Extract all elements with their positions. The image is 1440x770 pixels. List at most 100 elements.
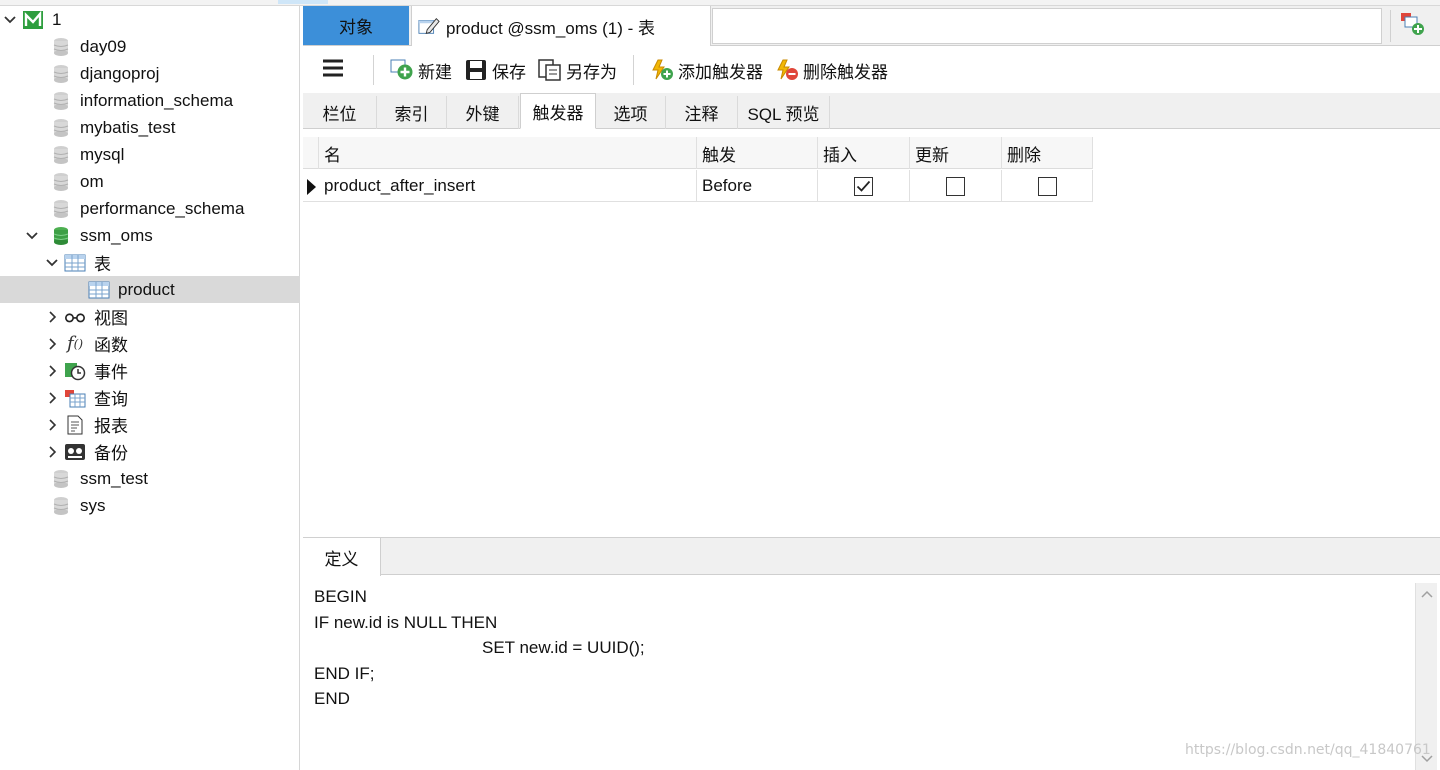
subtab-foreign-keys[interactable]: 外键	[447, 96, 519, 129]
cell-delete	[1002, 170, 1093, 202]
chevron-right-icon[interactable]	[44, 336, 60, 352]
table-row[interactable]: product_after_insert Before	[303, 170, 1093, 202]
chevron-down-icon[interactable]	[2, 12, 18, 28]
database-icon	[50, 64, 72, 84]
table-group-icon	[64, 253, 86, 273]
db-label: sys	[80, 495, 106, 515]
db-label: djangoproj	[80, 63, 160, 83]
delete-checkbox[interactable]	[1037, 176, 1057, 196]
row-header-corner	[303, 137, 319, 169]
subtab-sql-preview[interactable]: SQL 预览	[738, 96, 830, 129]
tree-connection[interactable]: 1	[0, 6, 300, 33]
save-as-button[interactable]: 另存为	[532, 50, 623, 90]
tree-db-information-schema[interactable]: information_schema	[0, 87, 300, 114]
reports-label: 报表	[94, 417, 128, 436]
header-update[interactable]: 更新	[910, 137, 1002, 169]
table-design-icon	[418, 16, 440, 36]
insert-checkbox[interactable]	[854, 176, 873, 196]
chevron-right-icon[interactable]	[44, 444, 60, 460]
chevron-right-icon[interactable]	[44, 363, 60, 379]
header-fire[interactable]: 触发	[697, 137, 818, 169]
tree-db-day09[interactable]: day09	[0, 33, 300, 60]
db-label: day09	[80, 36, 127, 56]
tree-group-tables[interactable]: 表	[0, 249, 300, 276]
subtab-options[interactable]: 选项	[596, 96, 666, 129]
save-icon	[464, 60, 488, 80]
db-label: om	[80, 171, 104, 191]
database-icon	[50, 496, 72, 516]
tree-db-ssm-test[interactable]: ssm_test	[0, 465, 300, 492]
database-icon	[50, 91, 72, 111]
tab-definition[interactable]: 定义	[303, 538, 381, 576]
update-checkbox[interactable]	[946, 176, 965, 196]
backups-label: 备份	[94, 444, 128, 463]
database-open-icon	[50, 226, 72, 246]
views-label: 视图	[94, 309, 128, 328]
delete-trigger-button[interactable]: 删除触发器	[769, 50, 894, 90]
database-icon	[50, 469, 72, 489]
query-icon	[64, 388, 86, 408]
new-button[interactable]: 新建	[384, 50, 458, 90]
new-tab-button[interactable]	[1390, 10, 1434, 42]
save-button[interactable]: 保存	[458, 50, 532, 90]
delete-trigger-icon	[775, 59, 799, 80]
chevron-right-icon[interactable]	[44, 390, 60, 406]
tree-group-backups[interactable]: 备份	[0, 438, 300, 465]
add-trigger-button[interactable]: 添加触发器	[644, 50, 769, 90]
new-icon	[390, 59, 414, 80]
tab-product-table[interactable]: product @ssm_oms (1) - 表	[411, 6, 711, 46]
add-trigger-label: 添加触发器	[678, 62, 763, 82]
functions-label: 函数	[94, 336, 128, 355]
chevron-down-icon[interactable]	[24, 228, 40, 244]
backup-icon	[64, 442, 86, 462]
tree-group-events[interactable]: 事件	[0, 357, 300, 384]
add-table-icon	[1400, 12, 1426, 41]
active-tab-label: product @ssm_oms (1) - 表	[446, 18, 656, 38]
chevron-right-icon[interactable]	[44, 417, 60, 433]
save-label: 保存	[492, 62, 526, 82]
toolbar-separator	[633, 55, 634, 85]
db-label: ssm_test	[80, 468, 149, 488]
cell-fire-timing[interactable]: Before	[697, 170, 818, 202]
db-label: mybatis_test	[80, 117, 176, 137]
navigator-sidebar: 1 day09 djangoproj information_schema my…	[0, 6, 300, 770]
check-icon	[856, 180, 871, 192]
code-line: IF new.id is NULL THEN	[314, 612, 498, 632]
tree-db-djangoproj[interactable]: djangoproj	[0, 60, 300, 87]
table-icon	[88, 280, 110, 300]
tree-group-queries[interactable]: 查询	[0, 384, 300, 411]
scroll-up-icon[interactable]	[1416, 583, 1438, 605]
hamburger-icon	[322, 59, 344, 82]
cell-trigger-name[interactable]: product_after_insert	[319, 170, 697, 202]
tree-table-product[interactable]: product	[0, 276, 300, 303]
tree-db-sys[interactable]: sys	[0, 492, 300, 519]
subtab-indexes[interactable]: 索引	[377, 96, 447, 129]
designer-toolbar: 新建 保存 另存为 添加触发器 删除触发器	[303, 47, 1440, 93]
tree-db-ssm-oms[interactable]: ssm_oms	[0, 222, 300, 249]
definition-editor[interactable]: BEGIN IF new.id is NULL THEN SET new.id …	[303, 576, 1415, 770]
tree-db-performance-schema[interactable]: performance_schema	[0, 195, 300, 222]
delete-trigger-label: 删除触发器	[803, 62, 888, 82]
subtab-fields[interactable]: 栏位	[303, 96, 377, 129]
new-label: 新建	[418, 62, 452, 82]
tree-group-reports[interactable]: 报表	[0, 411, 300, 438]
tree-db-mybatis-test[interactable]: mybatis_test	[0, 114, 300, 141]
chevron-down-icon[interactable]	[44, 255, 60, 271]
menu-button[interactable]	[303, 50, 363, 90]
save-as-icon	[538, 59, 562, 81]
chevron-right-icon[interactable]	[44, 309, 60, 325]
header-delete[interactable]: 删除	[1002, 137, 1093, 169]
subtab-triggers[interactable]: 触发器	[520, 93, 596, 129]
tree-group-views[interactable]: 视图	[0, 303, 300, 330]
tree-db-mysql[interactable]: mysql	[0, 141, 300, 168]
table-label: product	[118, 279, 175, 299]
definition-tab-bar: 定义	[303, 537, 1440, 576]
subtab-comment[interactable]: 注释	[666, 96, 738, 129]
header-insert[interactable]: 插入	[818, 137, 910, 169]
mysql-connection-icon	[22, 10, 44, 30]
tree-group-functions[interactable]: f() 函数	[0, 330, 300, 357]
tab-objects[interactable]: 对象	[303, 6, 409, 45]
header-name[interactable]: 名	[319, 137, 697, 169]
queries-label: 查询	[94, 390, 128, 409]
tree-db-om[interactable]: om	[0, 168, 300, 195]
